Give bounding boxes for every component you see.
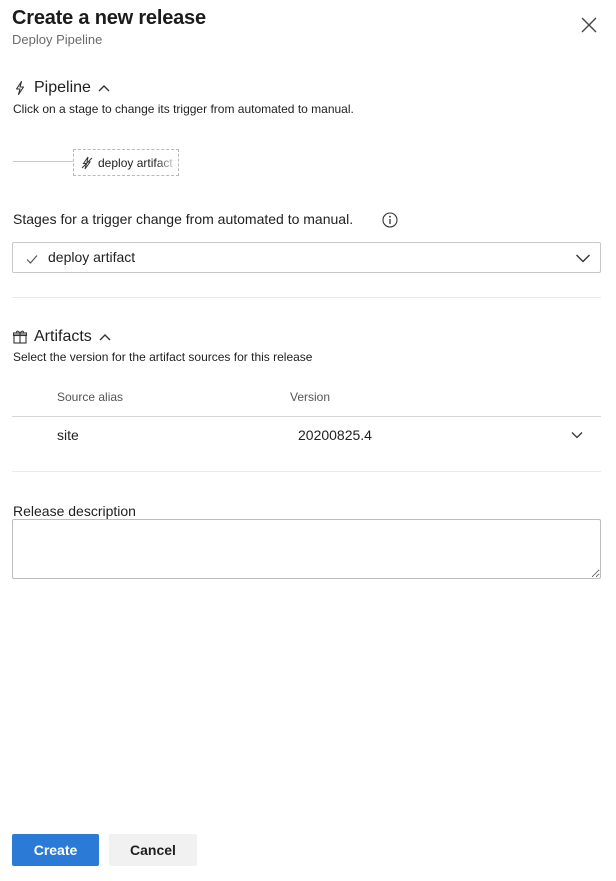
artifact-alias: site: [57, 427, 79, 443]
pipeline-connector: [13, 161, 73, 162]
create-button[interactable]: Create: [12, 834, 99, 866]
panel-title: Create a new release: [12, 7, 206, 29]
chevron-down-icon: [576, 254, 590, 263]
manual-trigger-icon: [81, 156, 93, 169]
selected-stage-value: deploy artifact: [48, 249, 136, 265]
stage-trigger-dropdown[interactable]: deploy artifact: [12, 242, 601, 273]
cancel-button[interactable]: Cancel: [109, 834, 197, 866]
close-button[interactable]: [578, 14, 600, 36]
pipeline-section-header[interactable]: Pipeline: [12, 79, 111, 97]
panel-subtitle: Deploy Pipeline: [12, 32, 103, 47]
close-icon: [581, 17, 597, 33]
artifacts-heading: Artifacts: [34, 328, 92, 345]
section-divider: [12, 471, 601, 472]
section-divider: [12, 297, 601, 298]
artifacts-description: Select the version for the artifact sour…: [13, 350, 313, 364]
stages-trigger-label: Stages for a trigger change from automat…: [13, 211, 354, 227]
chevron-up-icon: [98, 85, 110, 92]
chevron-up-icon: [99, 334, 111, 341]
table-row: site 20200825.4: [12, 417, 601, 453]
version-dropdown[interactable]: 20200825.4: [290, 417, 601, 453]
gift-icon: [12, 330, 28, 344]
info-button[interactable]: [382, 212, 398, 228]
checkmark-icon: [26, 255, 38, 264]
lightning-icon: [15, 80, 25, 96]
artifacts-section-header[interactable]: Artifacts: [12, 328, 112, 346]
column-header-source-alias: Source alias: [57, 390, 124, 404]
release-description-label: Release description: [13, 503, 136, 519]
info-icon: [382, 212, 398, 228]
stage-node-deploy-artifact[interactable]: deploy artifact: [73, 149, 179, 176]
pipeline-heading: Pipeline: [34, 79, 91, 96]
column-header-version: Version: [290, 390, 331, 404]
stage-node-fade: [156, 150, 178, 175]
chevron-down-icon: [571, 432, 583, 439]
release-description-input[interactable]: [12, 519, 601, 579]
artifact-version: 20200825.4: [298, 427, 372, 443]
pipeline-description: Click on a stage to change its trigger f…: [13, 102, 354, 116]
